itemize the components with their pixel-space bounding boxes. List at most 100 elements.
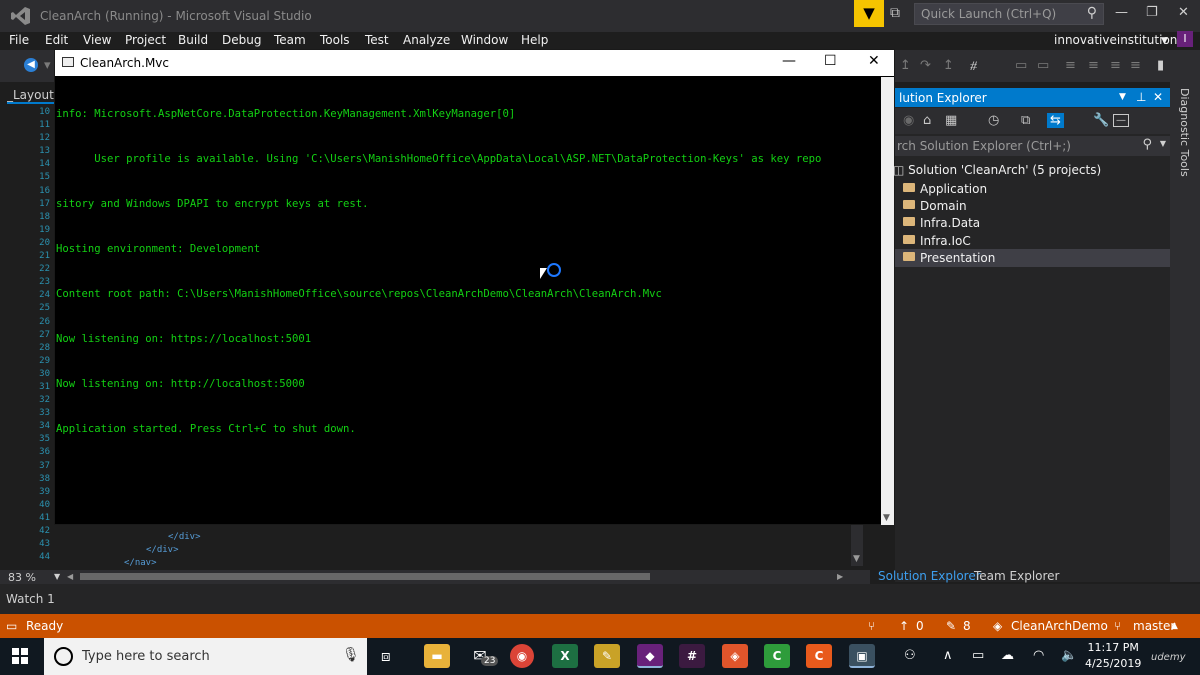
collapse-all-icon[interactable]: ⧉ [1021,113,1030,128]
solution-explorer-search[interactable]: rch Solution Explorer (Ctrl+;) ⚲ ▼ [895,136,1170,156]
menu-window[interactable]: Window [461,33,508,47]
repo-name[interactable]: CleanArchDemo [1011,619,1108,633]
project-infra-ioc[interactable]: Infra.IoC [895,232,1170,250]
console-close-icon[interactable]: ✕ [868,53,880,69]
file-explorer-icon[interactable]: ▬ [424,644,450,668]
pending-changes-icon[interactable]: ◷ [988,113,999,128]
project-domain[interactable]: Domain [895,197,1170,215]
console-window[interactable]: CleanArch.Mvc — ☐ ✕ info: Microsoft.AspN… [54,49,895,525]
notification-filter-icon[interactable]: ▼ [854,0,884,27]
sync-active-document-icon[interactable]: ⇆ [1047,113,1064,128]
restore-icon[interactable]: ❐ [1146,5,1158,20]
branch-name[interactable]: master [1133,619,1175,633]
notes-app-icon[interactable]: ✎ [594,644,620,668]
solution-root[interactable]: ◫ Solution 'CleanArch' (5 projects) [893,163,1101,177]
push-count[interactable]: 0 [916,619,924,633]
horizontal-scroll-thumb[interactable] [80,573,650,580]
zoom-level[interactable]: 83 % [8,571,36,584]
hot-reload-icon[interactable]: ⧣ [970,58,977,73]
properties-icon[interactable]: 🔧 [1093,113,1109,128]
panel-close-icon[interactable]: ✕ [1153,90,1163,104]
comment-icon[interactable]: ▭ [1015,58,1027,73]
search-icon: ⚲ [1086,5,1097,21]
network-icon[interactable]: ◠ [1033,648,1044,663]
console-taskbar-icon[interactable]: ▣ [849,644,875,668]
panel-menu-icon[interactable]: ▼ [1119,92,1126,102]
people-icon[interactable]: ⚇ [904,648,916,663]
watch-tab[interactable]: Watch 1 [6,592,55,606]
indent-icon[interactable]: ≡ [1065,58,1076,73]
quick-launch-input[interactable]: Quick Launch (Ctrl+Q) ⚲ [914,3,1104,25]
menu-project[interactable]: Project [125,33,166,47]
tab-team-explorer[interactable]: Team Explorer [974,569,1060,583]
git-changes-icon[interactable]: ⑂ [868,619,875,633]
tab-solution-explorer[interactable]: Solution Explorer [878,569,981,583]
scroll-right-icon[interactable]: ▶ [837,572,843,581]
console-scroll-down-icon[interactable]: ▼ [883,513,890,523]
menu-tools[interactable]: Tools [320,33,350,47]
forward-icon[interactable]: ◉ [903,113,914,128]
align-icon[interactable]: ≡ [1130,58,1141,73]
bookmark-icon[interactable]: ▮ [1157,58,1164,73]
menu-help[interactable]: Help [521,33,548,47]
close-icon[interactable]: ✕ [1178,5,1189,20]
taskbar-search-box[interactable]: Type here to search 🎙 [44,638,367,675]
project-infra-data[interactable]: Infra.Data [895,214,1170,232]
menu-view[interactable]: View [83,33,111,47]
tab-layout-file[interactable]: _Layout.c [7,88,57,104]
project-application[interactable]: Application [895,180,1170,198]
tab-diagnostic-tools[interactable]: Diagnostic Tools [1178,88,1191,177]
minimize-icon[interactable]: — [1115,5,1128,20]
avatar[interactable]: I [1177,31,1193,47]
zoom-dropdown-icon[interactable]: ▼ [54,572,60,581]
line-number: 14 [39,159,50,170]
package-app-icon[interactable]: ◈ [722,644,748,668]
slack-icon[interactable]: # [679,644,705,668]
show-hidden-icons[interactable]: ∧ [943,648,953,663]
menu-test[interactable]: Test [365,33,389,47]
visual-studio-taskbar-icon[interactable]: ◆ [637,644,663,668]
console-maximize-icon[interactable]: ☐ [824,53,837,69]
home-icon[interactable]: ⌂ [923,113,931,128]
menu-analyze[interactable]: Analyze [403,33,450,47]
scroll-left-icon[interactable]: ◀ [67,572,73,581]
project-presentation[interactable]: Presentation [895,249,1170,267]
format-icon[interactable]: ≡ [1110,58,1121,73]
line-number: 13 [39,146,50,157]
account-dropdown-icon[interactable]: ▼ [1161,36,1168,46]
recorder-icon[interactable]: C [806,644,832,668]
search-options-icon[interactable]: ▼ [1160,139,1166,148]
pending-count[interactable]: 8 [963,619,971,633]
task-view-icon[interactable]: ⧈ [381,647,391,665]
step-out-icon[interactable]: ↥ [943,58,954,73]
branch-up-icon[interactable]: ▲ [1171,621,1178,631]
navigate-dropdown-icon[interactable]: ▾ [44,58,51,73]
menu-debug[interactable]: Debug [222,33,261,47]
chrome-icon[interactable]: ◉ [510,644,534,668]
system-clock[interactable]: 11:17 PM 4/25/2019 [1085,640,1141,672]
menu-file[interactable]: File [9,33,29,47]
console-scrollbar[interactable]: ▼ [881,77,894,525]
menu-edit[interactable]: Edit [45,33,68,47]
console-minimize-icon[interactable]: — [782,53,796,69]
camtasia-icon[interactable]: C [764,644,790,668]
volume-icon[interactable]: 🔈 [1061,648,1077,663]
step-over-icon[interactable]: ↥ [900,58,911,73]
onedrive-icon[interactable]: ☁ [1001,648,1014,663]
menu-build[interactable]: Build [178,33,208,47]
step-into-icon[interactable]: ↷ [920,58,931,73]
navigate-back-icon[interactable]: ◀ [24,58,38,72]
feedback-icon[interactable]: ⧉ [890,5,900,21]
microphone-icon[interactable]: 🎙 [342,647,360,663]
preview-icon[interactable]: — [1113,114,1129,127]
switch-views-icon[interactable]: ▦ [945,113,957,128]
battery-icon[interactable]: ▭ [972,648,984,663]
outdent-icon[interactable]: ≡ [1088,58,1099,73]
scroll-down-icon[interactable]: ▼ [853,554,860,564]
menu-team[interactable]: Team [274,33,306,47]
pin-icon[interactable]: ⊥ [1136,90,1146,104]
uncomment-icon[interactable]: ▭ [1037,58,1049,73]
account-name[interactable]: innovativeinstitution [1054,33,1177,47]
windows-start-icon[interactable] [12,648,28,664]
excel-icon[interactable]: X [552,644,578,668]
